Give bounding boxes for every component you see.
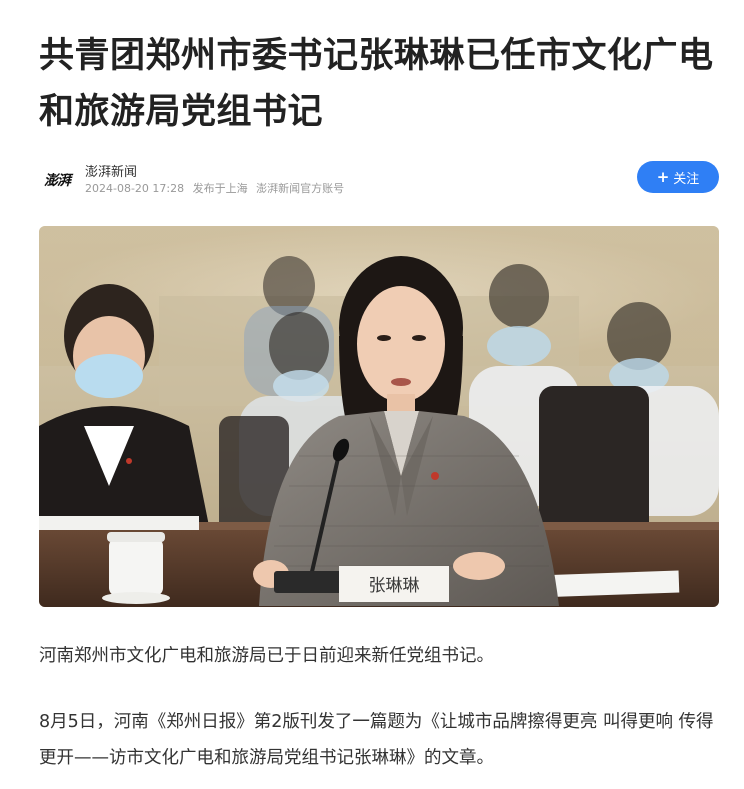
article-title: 共青团郑州市委书记张琳琳已任市文化广电和旅游局党组书记: [39, 36, 714, 132]
author-name[interactable]: 澎湃新闻: [85, 161, 137, 180]
article-photo: 张琳琳: [39, 226, 719, 607]
author-bar: 澎湃 澎湃新闻 2024-08-20 17:28 发布于上海 澎湃新闻官方账号 …: [39, 158, 719, 198]
author-avatar[interactable]: 澎湃: [39, 162, 75, 198]
article-meta: 2024-08-20 17:28 发布于上海 澎湃新闻官方账号: [85, 180, 349, 196]
publish-date: 2024-08-20 17:28: [85, 182, 185, 195]
article-paragraph: 8月5日，河南《郑州日报》第2版刊发了一篇题为《让城市品牌擦得更亮 叫得更响 传…: [39, 712, 714, 768]
account-source: 澎湃新闻官方账号: [256, 182, 345, 195]
publish-location: 发布于上海: [192, 182, 248, 195]
nameplate-label: 张琳琳: [369, 576, 420, 596]
plus-icon: +: [656, 167, 670, 186]
follow-label: 关注: [673, 171, 700, 187]
meeting-photo-illustration: 张琳琳: [39, 226, 719, 607]
follow-button[interactable]: + 关注: [637, 161, 719, 193]
article-paragraph: 河南郑州市文化广电和旅游局已于日前迎来新任党组书记。: [39, 646, 494, 666]
